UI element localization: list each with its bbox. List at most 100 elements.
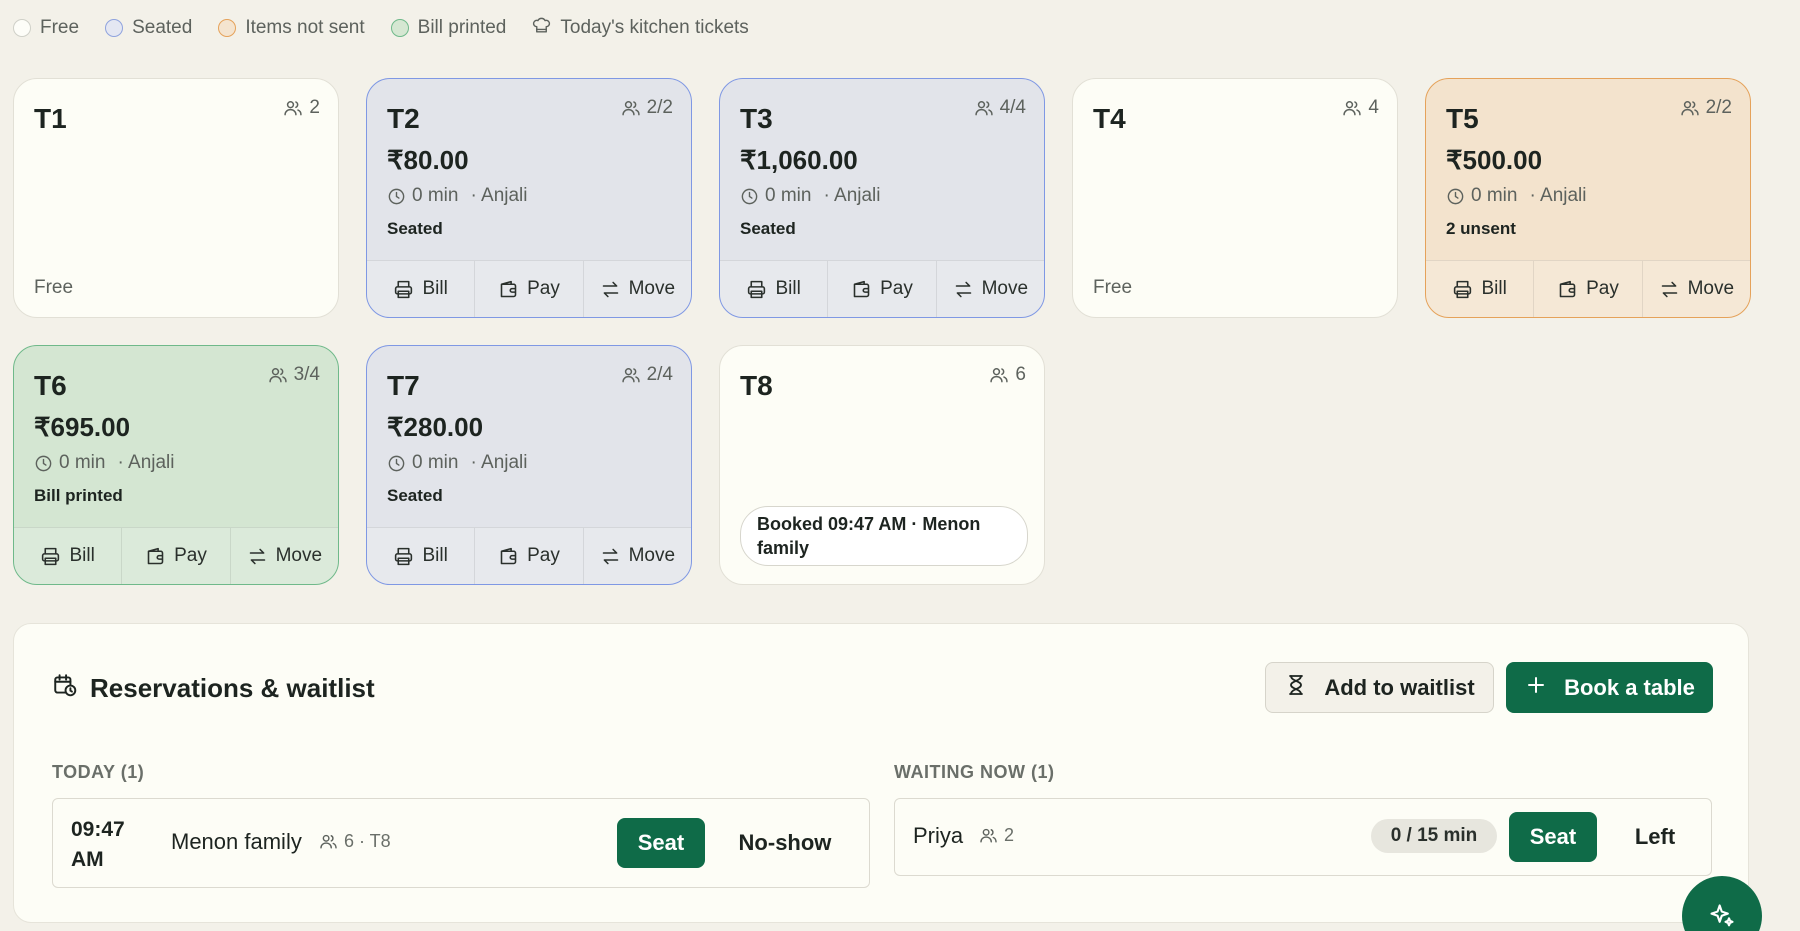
add-to-waitlist-button[interactable]: Add to waitlist — [1265, 662, 1494, 713]
legend-free-label: Free — [40, 17, 80, 38]
legend-free: Free — [13, 17, 79, 39]
pay-button[interactable]: Pay — [121, 528, 229, 584]
wallet-icon — [498, 546, 519, 567]
reservation-time: 09:47 AM — [71, 818, 125, 871]
printed-dot-icon — [390, 19, 409, 37]
plus-icon — [1524, 673, 1548, 703]
pay-label: Pay — [1586, 278, 1619, 299]
move-label: Move — [1687, 278, 1735, 299]
users-icon — [989, 365, 1009, 385]
table-card-t2[interactable]: T2 2/2 ₹80.00 0 min · Anjali Seated Bill… — [366, 78, 692, 318]
reservations-title: Reservations & waitlist — [90, 673, 375, 703]
table-meta: 0 min · Anjali — [387, 185, 528, 207]
table-name: T8 — [740, 370, 773, 401]
pay-label: Pay — [527, 545, 560, 566]
server-name: · Anjali — [470, 452, 528, 473]
table-actions: Bill Pay Move — [1426, 260, 1750, 317]
pay-button[interactable]: Pay — [827, 261, 935, 317]
users-icon — [621, 365, 641, 385]
unsent-dot-icon — [218, 19, 237, 37]
table-name: T3 — [740, 103, 773, 134]
table-status: Bill printed — [34, 486, 123, 505]
reservation-row: 09:47 AM Menon family 6 · T8 Seat No-sho… — [52, 798, 870, 888]
swap-icon — [953, 279, 974, 300]
table-card-t6[interactable]: T6 3/4 ₹695.00 0 min · Anjali Bill print… — [13, 345, 339, 585]
bill-button[interactable]: Bill — [720, 261, 827, 317]
printer-icon — [40, 546, 61, 567]
wallet-icon — [851, 279, 872, 300]
bill-button[interactable]: Bill — [14, 528, 121, 584]
move-button[interactable]: Move — [582, 528, 691, 584]
bill-label: Bill — [69, 545, 95, 566]
pay-button[interactable]: Pay — [1533, 261, 1641, 317]
table-name: T7 — [387, 370, 420, 401]
reservation-name: Menon family — [171, 829, 302, 854]
legend-bill-printed: Bill printed — [390, 17, 507, 39]
guest-count: 2/2 — [1705, 97, 1732, 118]
wallet-icon — [145, 546, 166, 567]
book-table-button[interactable]: Book a table — [1506, 662, 1713, 713]
move-button[interactable]: Move — [1641, 261, 1750, 317]
table-meta: 0 min · Anjali — [740, 185, 881, 207]
seated-dot-icon — [105, 19, 124, 37]
table-actions: Bill Pay Move — [14, 527, 338, 584]
swap-icon — [247, 546, 268, 567]
waitlist-party-size: 2 — [1004, 825, 1015, 845]
table-meta: 0 min · Anjali — [387, 452, 528, 474]
move-button[interactable]: Move — [229, 528, 338, 584]
kitchen-tickets-link[interactable]: Today's kitchen tickets — [532, 16, 749, 41]
bill-button[interactable]: Bill — [367, 528, 474, 584]
move-button[interactable]: Move — [582, 261, 691, 317]
table-card-t1[interactable]: T1 2 Free — [13, 78, 339, 318]
table-card-t7[interactable]: T7 2/4 ₹280.00 0 min · Anjali Seated Bil… — [366, 345, 692, 585]
left-button[interactable]: Left — [1609, 812, 1701, 862]
table-meta: 0 min · Anjali — [1446, 185, 1587, 207]
pay-button[interactable]: Pay — [474, 261, 582, 317]
swap-icon — [600, 546, 621, 567]
guest-count: 3/4 — [293, 364, 320, 385]
users-icon — [1680, 98, 1700, 118]
bill-button[interactable]: Bill — [1426, 261, 1533, 317]
guest-count: 2 — [309, 97, 320, 118]
move-button[interactable]: Move — [935, 261, 1044, 317]
legend-printed-label: Bill printed — [417, 17, 507, 38]
table-card-t4[interactable]: T4 4 Free — [1072, 78, 1398, 318]
printer-icon — [393, 546, 414, 567]
table-guests: 2/4 — [621, 364, 673, 386]
printer-icon — [1452, 279, 1473, 300]
pay-label: Pay — [880, 278, 913, 299]
pay-button[interactable]: Pay — [474, 528, 582, 584]
bill-label: Bill — [422, 545, 448, 566]
table-amount: ₹500.00 — [1446, 145, 1543, 175]
table-card-t5[interactable]: T5 2/2 ₹500.00 0 min · Anjali 2 unsent B… — [1425, 78, 1751, 318]
elapsed-time: 0 min — [1471, 185, 1518, 206]
table-meta: 0 min · Anjali — [34, 452, 175, 474]
waitlist-name: Priya — [913, 823, 964, 848]
clock-icon — [387, 187, 406, 206]
waiting-section-label: WAITING NOW (1) — [894, 762, 1055, 782]
pay-label: Pay — [527, 278, 560, 299]
bill-button[interactable]: Bill — [367, 261, 474, 317]
users-icon — [621, 98, 641, 118]
table-card-t8[interactable]: T8 6 Booked 09:47 AM · Menon family — [719, 345, 1045, 585]
clock-icon — [740, 187, 759, 206]
status-legend: Free Seated Items not sent Bill printed … — [13, 14, 749, 42]
table-status: Free — [1093, 277, 1133, 298]
users-icon — [1342, 98, 1362, 118]
table-amount: ₹1,060.00 — [740, 145, 858, 175]
no-show-button[interactable]: No-show — [717, 818, 853, 868]
elapsed-time: 0 min — [59, 452, 106, 473]
printer-icon — [393, 279, 414, 300]
today-section-label: TODAY (1) — [52, 762, 145, 782]
elapsed-time: 0 min — [412, 185, 459, 206]
reservation-meta: 6 · T8 — [319, 831, 391, 852]
table-status: Free — [34, 277, 74, 298]
seat-waitlist-button[interactable]: Seat — [1509, 812, 1597, 862]
table-card-t3[interactable]: T3 4/4 ₹1,060.00 0 min · Anjali Seated B… — [719, 78, 1045, 318]
table-amount: ₹80.00 — [387, 145, 469, 175]
seat-reservation-button[interactable]: Seat — [617, 818, 705, 868]
table-name: T4 — [1093, 103, 1126, 134]
book-table-label: Book a table — [1564, 674, 1695, 700]
table-actions: Bill Pay Move — [367, 260, 691, 317]
table-name: T2 — [387, 103, 420, 134]
